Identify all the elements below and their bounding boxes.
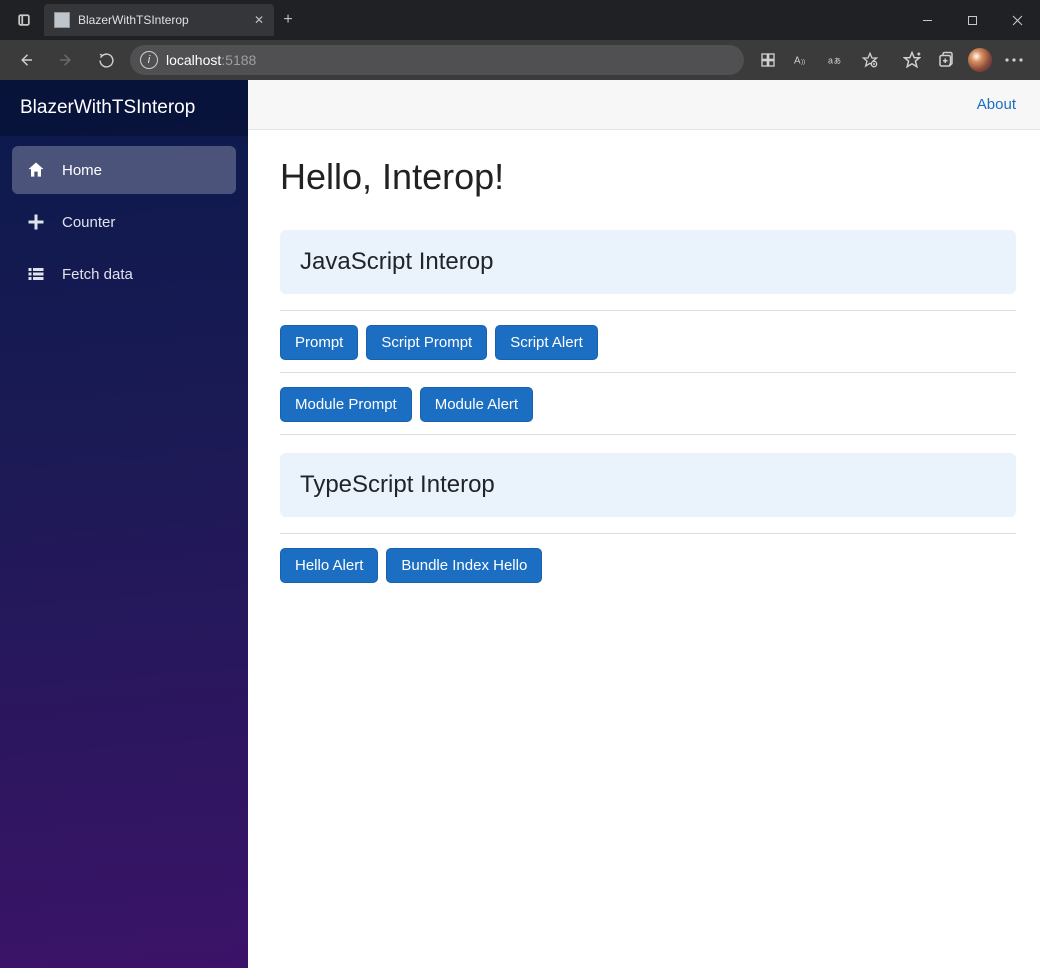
module-prompt-button[interactable]: Module Prompt [280,387,412,422]
page-body: Hello, Interop! JavaScript Interop Promp… [248,130,1040,619]
favorite-settings-icon[interactable] [854,44,886,76]
script-alert-button[interactable]: Script Alert [495,325,598,360]
address-url: localhost:5188 [166,52,256,68]
window-minimize-button[interactable] [905,0,950,40]
main-content: About Hello, Interop! JavaScript Interop… [248,80,1040,968]
more-menu-icon[interactable] [998,44,1030,76]
divider [280,434,1016,435]
window-maximize-button[interactable] [950,0,995,40]
browser-toolbar: i localhost:5188 A)) aぁ [0,40,1040,80]
home-icon [26,160,46,180]
favorites-icon[interactable] [896,44,928,76]
sidebar-item-label: Home [62,162,102,179]
translate-icon[interactable]: aぁ [820,44,852,76]
site-info-icon[interactable]: i [140,51,158,69]
hello-alert-button[interactable]: Hello Alert [280,548,378,583]
sidebar-item-counter[interactable]: Counter [12,198,236,246]
page-favicon-icon [54,12,70,28]
page-title: Hello, Interop! [280,156,1016,198]
topbar: About [248,80,1040,130]
window-controls [905,0,1040,40]
browser-tab[interactable]: BlazerWithTSInterop ✕ [44,4,274,36]
sidebar-item-label: Counter [62,214,115,231]
enhance-icon[interactable] [752,44,784,76]
section-heading-ts: TypeScript Interop [280,453,1016,517]
nav-forward-button[interactable] [50,44,82,76]
bundle-index-hello-button[interactable]: Bundle Index Hello [386,548,542,583]
new-tab-button[interactable]: + [274,11,302,29]
collections-icon[interactable] [930,44,962,76]
window-titlebar: BlazerWithTSInterop ✕ + [0,0,1040,40]
sidebar-item-home[interactable]: Home [12,146,236,194]
divider [280,533,1016,534]
profile-avatar[interactable] [964,44,996,76]
svg-text:A: A [794,56,801,66]
window-close-button[interactable] [995,0,1040,40]
sidebar-item-fetch-data[interactable]: Fetch data [12,250,236,298]
nav-back-button[interactable] [10,44,42,76]
sidebar: BlazerWithTSInterop Home Counter [0,80,248,968]
tab-actions-button[interactable] [8,4,40,36]
svg-text:aぁ: aぁ [828,56,842,66]
brand-title[interactable]: BlazerWithTSInterop [0,80,248,136]
divider [280,310,1016,311]
sidebar-item-label: Fetch data [62,266,133,283]
list-icon [26,264,46,284]
tab-title: BlazerWithTSInterop [78,13,246,27]
script-prompt-button[interactable]: Script Prompt [366,325,487,360]
prompt-button[interactable]: Prompt [280,325,358,360]
plus-icon [26,212,46,232]
nav-refresh-button[interactable] [90,44,122,76]
button-row-3: Hello Alert Bundle Index Hello [280,548,1016,583]
button-row-1: Prompt Script Prompt Script Alert [280,325,1016,360]
about-link[interactable]: About [977,96,1016,113]
section-heading-js: JavaScript Interop [280,230,1016,294]
close-tab-icon[interactable]: ✕ [254,13,264,27]
button-row-2: Module Prompt Module Alert [280,387,1016,422]
svg-text:)): )) [801,59,805,66]
divider [280,372,1016,373]
sidebar-nav: Home Counter Fetch data [0,136,248,298]
read-aloud-icon[interactable]: A)) [786,44,818,76]
module-alert-button[interactable]: Module Alert [420,387,533,422]
address-bar[interactable]: i localhost:5188 [130,45,744,75]
toolbar-right-icons: A)) aぁ [752,44,1030,76]
